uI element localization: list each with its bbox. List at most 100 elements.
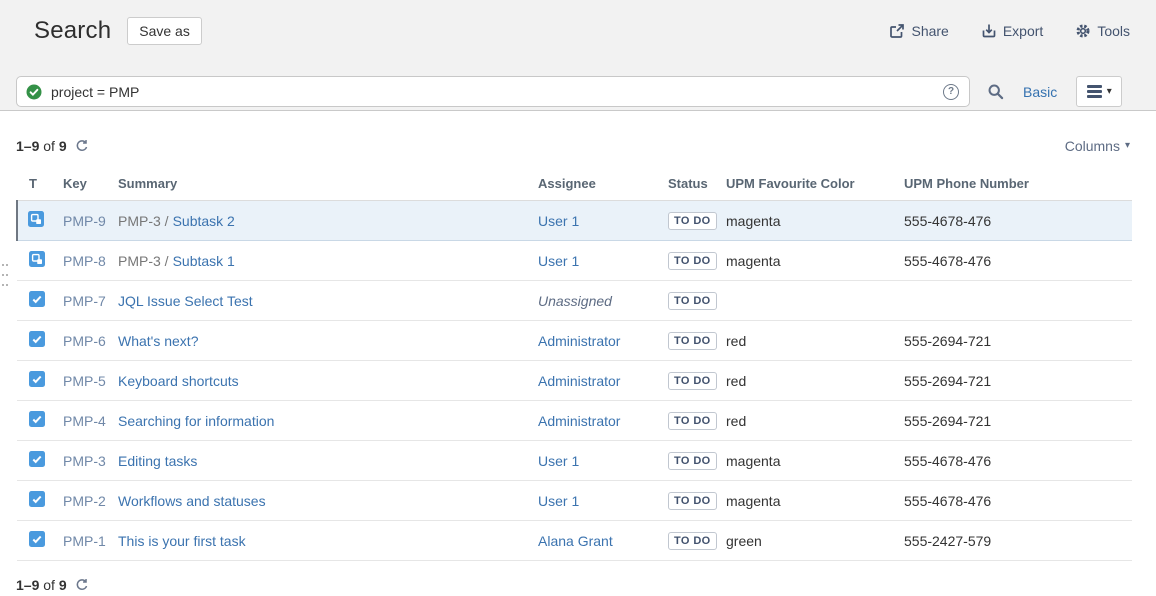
assignee-link[interactable]: Administrator bbox=[538, 333, 620, 349]
key-cell: PMP-7 bbox=[63, 281, 118, 321]
column-header-favourite-color[interactable]: UPM Favourite Color bbox=[726, 172, 904, 201]
task-icon[interactable] bbox=[29, 531, 45, 547]
favourite-color-cell: magenta bbox=[726, 241, 904, 281]
issue-summary-link[interactable]: What's next? bbox=[118, 333, 199, 349]
summary-cell: This is your first task bbox=[118, 521, 538, 561]
summary-cell: JQL Issue Select Test bbox=[118, 281, 538, 321]
task-icon[interactable] bbox=[29, 331, 45, 347]
assignee-link[interactable]: User 1 bbox=[538, 213, 579, 229]
issue-summary-link[interactable]: JQL Issue Select Test bbox=[118, 293, 253, 309]
status-cell: TO DO bbox=[668, 201, 726, 241]
refresh-icon[interactable] bbox=[75, 139, 89, 153]
status-lozenge: TO DO bbox=[668, 292, 717, 310]
issue-key-link[interactable]: PMP-1 bbox=[63, 533, 106, 549]
subtask-icon[interactable] bbox=[29, 251, 45, 267]
column-header-phone[interactable]: UPM Phone Number bbox=[904, 172, 1132, 201]
issue-key-link[interactable]: PMP-7 bbox=[63, 293, 106, 309]
parent-issue-link[interactable]: PMP-3 / bbox=[118, 213, 169, 229]
type-cell bbox=[17, 441, 63, 481]
issue-summary-link[interactable]: Subtask 2 bbox=[173, 213, 235, 229]
phone-cell: 555-2427-579 bbox=[904, 521, 1132, 561]
issue-summary-link[interactable]: Keyboard shortcuts bbox=[118, 373, 239, 389]
issue-summary-link[interactable]: Subtask 1 bbox=[173, 253, 235, 269]
header-actions: Share Export Tools bbox=[889, 23, 1130, 39]
favourite-color-cell: magenta bbox=[726, 441, 904, 481]
favourite-color-cell: red bbox=[726, 401, 904, 441]
search-options-dropdown[interactable]: ▾ bbox=[1076, 76, 1122, 107]
parent-issue-link[interactable]: PMP-3 / bbox=[118, 253, 169, 269]
issue-row[interactable]: PMP-3Editing tasksUser 1TO DOmagenta555-… bbox=[17, 441, 1132, 481]
favourite-color-cell: red bbox=[726, 321, 904, 361]
issue-row[interactable]: PMP-2Workflows and statusesUser 1TO DOma… bbox=[17, 481, 1132, 521]
issue-row[interactable]: PMP-8PMP-3 /Subtask 1User 1TO DOmagenta5… bbox=[17, 241, 1132, 281]
status-cell: TO DO bbox=[668, 321, 726, 361]
assignee-link[interactable]: User 1 bbox=[538, 493, 579, 509]
key-cell: PMP-6 bbox=[63, 321, 118, 361]
issue-key-link[interactable]: PMP-8 bbox=[63, 253, 106, 269]
jql-query-input[interactable]: project = PMP ? bbox=[16, 76, 970, 107]
unassigned-label: Unassigned bbox=[538, 293, 612, 309]
issue-row[interactable]: PMP-9PMP-3 /Subtask 2User 1TO DOmagenta5… bbox=[17, 201, 1132, 241]
issue-key-link[interactable]: PMP-6 bbox=[63, 333, 106, 349]
issue-row[interactable]: PMP-5 Keyboard shortcuts Administrator TO D… bbox=[17, 361, 1132, 401]
issue-key-link[interactable]: PMP-2 bbox=[63, 493, 106, 509]
type-cell bbox=[17, 481, 63, 521]
phone-cell: 555-2694-721 bbox=[904, 361, 1132, 401]
issue-row[interactable]: PMP-1This is your first taskAlana GrantT… bbox=[17, 521, 1132, 561]
assignee-link[interactable]: User 1 bbox=[538, 253, 579, 269]
basic-mode-link[interactable]: Basic bbox=[1023, 84, 1057, 100]
task-icon[interactable] bbox=[29, 291, 45, 307]
column-header-summary[interactable]: Summary bbox=[118, 172, 538, 201]
subtask-icon[interactable] bbox=[28, 211, 44, 227]
status-lozenge: TO DO bbox=[668, 212, 717, 230]
search-icon[interactable] bbox=[987, 83, 1004, 100]
phone-cell: 555-2694-721 bbox=[904, 401, 1132, 441]
favourite-color-cell: magenta bbox=[726, 201, 904, 241]
tools-button[interactable]: Tools bbox=[1075, 23, 1130, 39]
issue-row[interactable]: PMP-6What's next?AdministratorTO DOred55… bbox=[17, 321, 1132, 361]
column-header-type[interactable]: T bbox=[17, 172, 63, 201]
issue-row[interactable]: PMP-4 Searching for information Administra… bbox=[17, 401, 1132, 441]
panel-resize-handle[interactable] bbox=[2, 262, 10, 294]
issue-key-link[interactable]: PMP-5 bbox=[63, 373, 106, 389]
status-cell: TO DO bbox=[668, 361, 726, 401]
task-icon[interactable] bbox=[29, 491, 45, 507]
share-button[interactable]: Share bbox=[889, 23, 948, 39]
key-cell: PMP-5 bbox=[63, 361, 118, 401]
column-header-status[interactable]: Status bbox=[668, 172, 726, 201]
key-cell: PMP-3 bbox=[63, 441, 118, 481]
column-header-key[interactable]: Key bbox=[63, 172, 118, 201]
save-as-button[interactable]: Save as bbox=[127, 17, 202, 45]
status-cell: TO DO bbox=[668, 281, 726, 321]
assignee-link[interactable]: Alana Grant bbox=[538, 533, 613, 549]
issue-key-link[interactable]: PMP-3 bbox=[63, 453, 106, 469]
task-icon[interactable] bbox=[29, 411, 45, 427]
issue-summary-link[interactable]: Workflows and statuses bbox=[118, 493, 266, 509]
type-cell bbox=[17, 521, 63, 561]
issue-row[interactable]: PMP-7 JQL Issue Select Test Unassigned TO D… bbox=[17, 281, 1132, 321]
issue-summary-link[interactable]: This is your first task bbox=[118, 533, 246, 549]
type-cell bbox=[17, 321, 63, 361]
query-text: project = PMP bbox=[51, 84, 139, 100]
refresh-icon[interactable] bbox=[75, 578, 89, 592]
phone-cell: 555-4678-476 bbox=[904, 241, 1132, 281]
type-cell bbox=[17, 361, 63, 401]
task-icon[interactable] bbox=[29, 371, 45, 387]
assignee-cell: User 1 bbox=[538, 441, 668, 481]
task-icon[interactable] bbox=[29, 451, 45, 467]
assignee-link[interactable]: Administrator bbox=[538, 373, 620, 389]
favourite-color-cell: red bbox=[726, 361, 904, 401]
issue-key-link[interactable]: PMP-9 bbox=[63, 213, 106, 229]
help-icon[interactable]: ? bbox=[943, 84, 959, 100]
columns-dropdown[interactable]: Columns ▾ bbox=[1065, 138, 1130, 154]
status-lozenge: TO DO bbox=[668, 452, 717, 470]
caret-down-icon: ▾ bbox=[1125, 141, 1130, 151]
issue-summary-link[interactable]: Searching for information bbox=[118, 413, 274, 429]
column-header-assignee[interactable]: Assignee bbox=[538, 172, 668, 201]
export-button[interactable]: Export bbox=[981, 23, 1043, 39]
issue-key-link[interactable]: PMP-4 bbox=[63, 413, 106, 429]
assignee-link[interactable]: Administrator bbox=[538, 413, 620, 429]
result-count: 1–9 of 9 bbox=[16, 138, 67, 154]
issue-summary-link[interactable]: Editing tasks bbox=[118, 453, 197, 469]
assignee-link[interactable]: User 1 bbox=[538, 453, 579, 469]
